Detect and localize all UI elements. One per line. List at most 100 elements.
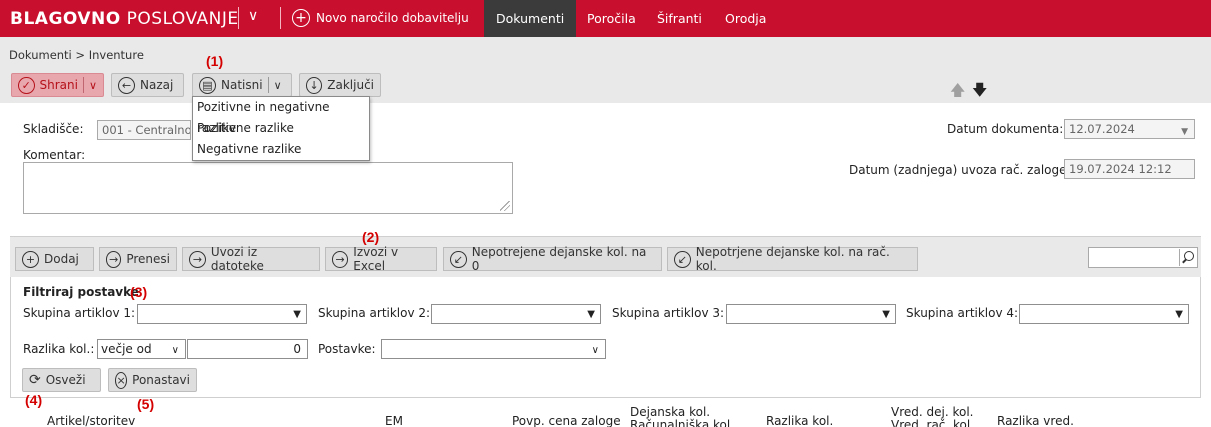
chevron-down-icon: ▼ (293, 309, 301, 320)
qty-diff-operator-value: večje od (101, 342, 152, 356)
printer-icon: ▤ (199, 76, 216, 94)
qty-diff-value-input[interactable]: 0 (187, 339, 308, 359)
items-label: Postavke: (318, 342, 376, 356)
item-actions-bar: + Dodaj → Prenesi → Uvozi iz datoteke → … (10, 237, 1201, 277)
table-header: Artikel/storitev EM Povp. cena zaloge De… (10, 398, 1201, 427)
chevron-down-icon: ▼ (1175, 309, 1183, 320)
plus-icon: + (22, 250, 39, 268)
resize-grip-icon[interactable] (500, 201, 510, 211)
item-group-4-select[interactable]: ▼ (1019, 304, 1189, 324)
items-select[interactable]: ∨ (381, 339, 606, 359)
chevron-down-icon: ▼ (587, 309, 595, 320)
back-label: Nazaj (140, 78, 174, 92)
chevron-down-icon: ∨ (591, 345, 599, 356)
comment-label: Komentar: (23, 148, 86, 162)
chevron-down-icon[interactable]: ∨ (274, 79, 282, 92)
nav-item-codebooks[interactable]: Šifranti (645, 0, 714, 37)
plus-icon: + (292, 9, 310, 27)
divider (238, 7, 239, 29)
arrow-right-icon: → (189, 250, 206, 268)
column-header-actual-qty[interactable]: Dejanska kol. Računalniška kol. (630, 406, 734, 427)
reset-button[interactable]: × Ponastavi (108, 368, 197, 392)
chevron-down-icon[interactable]: ∨ (89, 79, 97, 92)
arrow-up-icon[interactable]: 🡅 (950, 80, 965, 105)
print-menu: Pozitivne in negativne razlike Pozitivne… (192, 96, 370, 161)
transfer-button[interactable]: → Prenesi (99, 247, 177, 271)
column-header-avg-price[interactable]: Povp. cena zaloge (512, 415, 621, 427)
search-icon[interactable] (1179, 249, 1195, 266)
export-excel-button[interactable]: → Izvozi v Excel (325, 245, 437, 273)
arrow-down-icon[interactable]: 🡇 (972, 80, 987, 105)
column-header-value-diff[interactable]: Razlika vred. (997, 415, 1074, 427)
divider (280, 7, 281, 29)
arrow-left-icon: ← (118, 76, 135, 94)
refresh-icon: ⟳ (29, 372, 41, 388)
item-group-2-label: Skupina artiklov 2: (318, 306, 431, 320)
comment-textarea[interactable] (23, 162, 513, 214)
new-supplier-order-button[interactable]: + Novo naročilo dobavitelju (292, 9, 469, 27)
divider (82, 77, 84, 93)
qty-diff-operator-select[interactable]: večje od ∨ (97, 339, 186, 359)
export-excel-label: Izvozi v Excel (353, 245, 399, 273)
column-header-article[interactable]: Artikel/storitev (47, 415, 135, 427)
item-group-3-select[interactable]: ▼ (726, 304, 896, 324)
refresh-button[interactable]: ⟳ Osveži (22, 368, 101, 392)
back-button[interactable]: ← Nazaj (111, 73, 184, 97)
download-icon: ↓ (306, 76, 323, 94)
arrow-down-left-icon: ↙ (450, 250, 467, 268)
top-nav-bar: BLAGOVNO POSLOVANJE ∨ + Novo naročilo do… (0, 0, 1211, 37)
doc-date-label: Datum dokumenta: (947, 122, 1064, 136)
unconfirmed-to-zero-button[interactable]: ↙ Nepotrejene dejanske kol. na 0 (443, 245, 662, 273)
reset-label: Ponastavi (132, 373, 190, 387)
close-icon: × (115, 371, 128, 389)
finish-button[interactable]: ↓ Zaključi (299, 73, 381, 97)
chevron-down-icon: ▼ (1181, 127, 1188, 137)
annotation-marker-1: (1) (206, 53, 224, 69)
column-header-actual-qty-line2: Računalniška kol. (630, 418, 735, 427)
unconfirmed-to-calc-button[interactable]: ↙ Nepotrjene dejanske kol. na rač. kol. (667, 245, 918, 273)
chevron-down-icon[interactable]: ∨ (248, 8, 258, 24)
add-button[interactable]: + Dodaj (15, 247, 94, 271)
annotation-marker-4: (4) (25, 392, 43, 408)
print-menu-item-all-diffs[interactable]: Pozitivne in negativne razlike (193, 97, 369, 135)
print-button[interactable]: ▤ Natisni ∨ (192, 73, 292, 97)
item-group-4-label: Skupina artiklov 4: (906, 306, 1019, 320)
save-label: Shrani (39, 78, 78, 92)
nav-item-tools[interactable]: Orodja (713, 0, 778, 37)
print-menu-item-positive[interactable]: Pozitivne razlike (193, 118, 369, 139)
doc-date-value: 12.07.2024 (1069, 122, 1135, 136)
finish-label: Zaključi (327, 78, 374, 92)
chevron-down-icon: ▼ (882, 309, 890, 320)
print-label: Natisni (221, 78, 263, 92)
item-group-1-label: Skupina artiklov 1: (23, 306, 136, 320)
breadcrumb: Dokumenti > Inventure (9, 48, 144, 62)
column-header-values[interactable]: Vred. dej. kol. Vred. rač. kol. (891, 406, 974, 427)
print-menu-item-negative[interactable]: Negativne razlike (193, 139, 369, 160)
column-header-qty-diff[interactable]: Razlika kol. (766, 415, 833, 427)
check-icon: ✓ (18, 76, 35, 94)
app-brand[interactable]: BLAGOVNO POSLOVANJE (10, 9, 239, 29)
filter-title: Filtriraj postavke (23, 285, 139, 299)
search-input[interactable] (1088, 247, 1198, 268)
annotation-marker-5: (5) (137, 396, 155, 412)
nav-item-reports[interactable]: Poročila (575, 0, 648, 37)
brand-bold: BLAGOVNO (10, 9, 121, 29)
import-file-label: Uvozi iz datoteke (210, 245, 264, 273)
column-header-unit[interactable]: EM (385, 415, 403, 427)
unconfirmed-to-calc-label: Nepotrjene dejanske kol. na rač. kol. (695, 245, 890, 273)
save-button[interactable]: ✓ Shrani ∨ (11, 73, 104, 97)
column-header-values-line2: Vred. rač. kol. (891, 418, 975, 427)
annotation-marker-3: (3) (130, 284, 148, 300)
arrow-right-icon: → (106, 250, 122, 268)
new-order-label: Novo naročilo dobavitelju (316, 11, 469, 25)
import-file-button[interactable]: → Uvozi iz datoteke (182, 245, 320, 273)
item-group-1-select[interactable]: ▼ (137, 304, 307, 324)
add-label: Dodaj (44, 252, 79, 266)
annotation-marker-2: (2) (362, 229, 380, 245)
item-group-2-select[interactable]: ▼ (431, 304, 601, 324)
divider (267, 77, 269, 93)
doc-date-field[interactable]: 12.07.2024 ▼ (1064, 119, 1195, 139)
unconfirmed-to-zero-label: Nepotrejene dejanske kol. na 0 (471, 245, 647, 273)
nav-item-documents[interactable]: Dokumenti (484, 0, 577, 37)
warehouse-field[interactable]: 001 - Centralno (97, 120, 191, 140)
